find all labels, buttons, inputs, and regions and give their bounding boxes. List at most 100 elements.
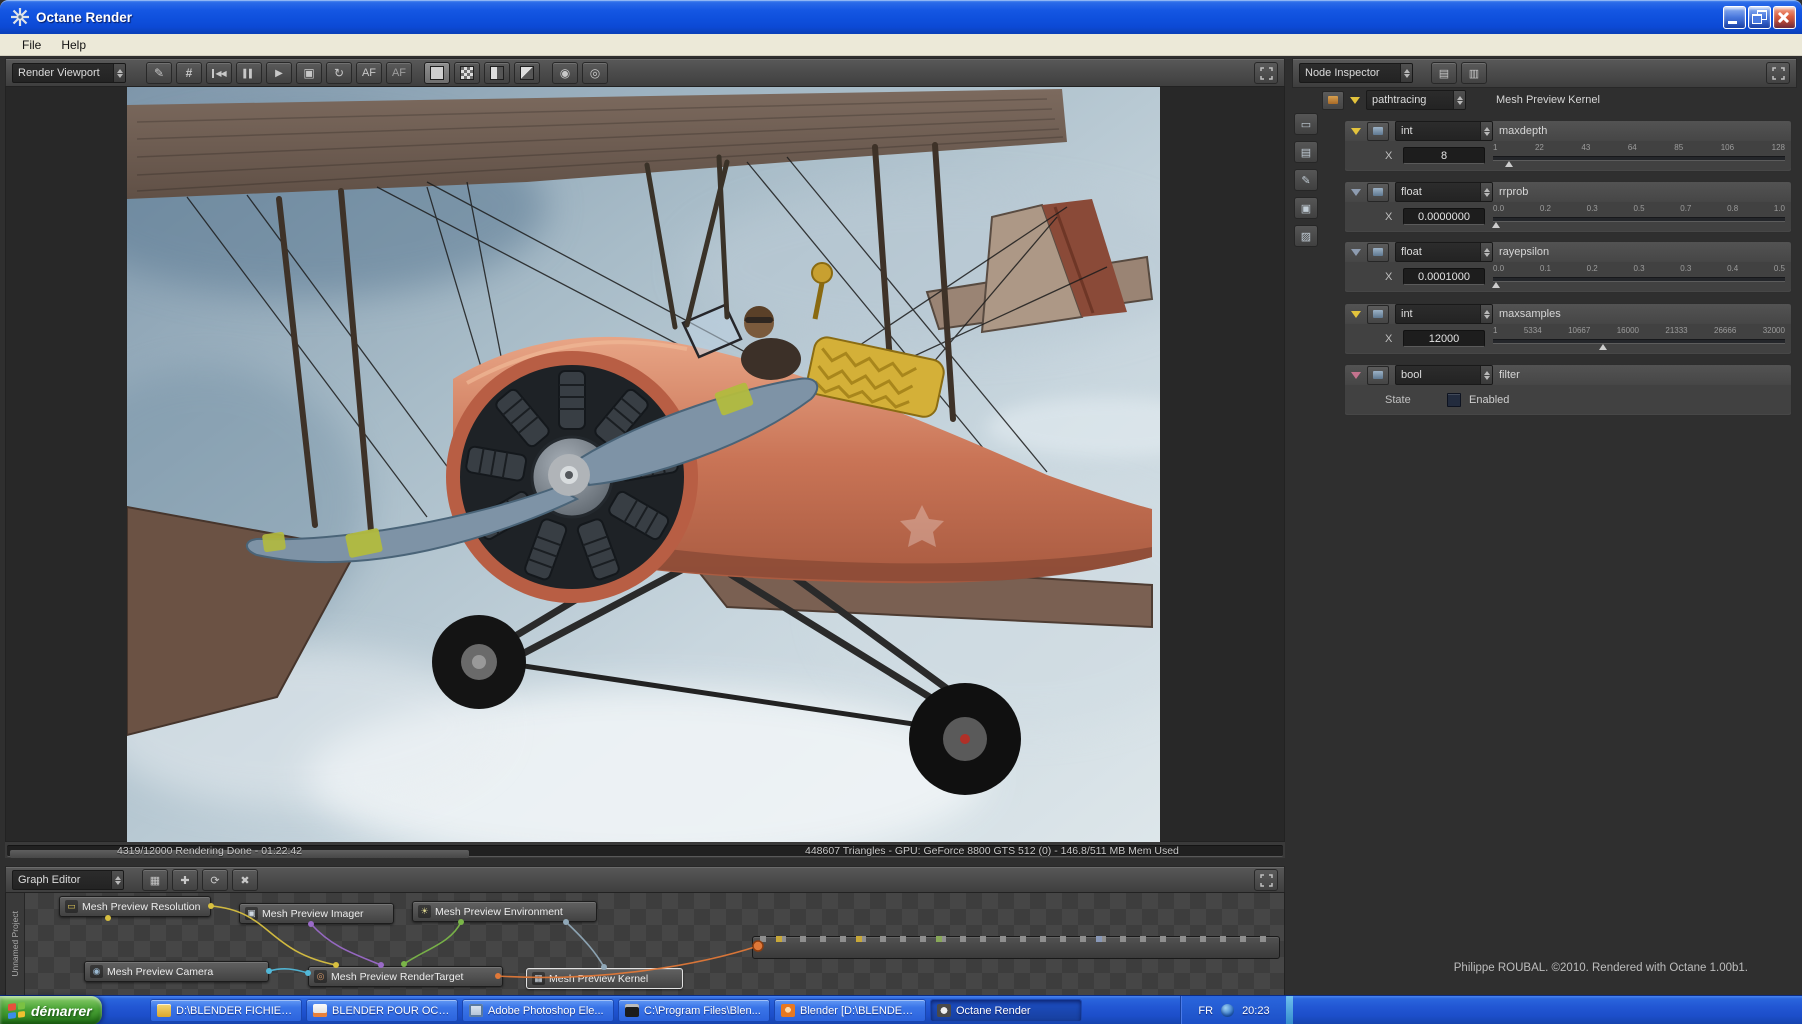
collapsed-node-bar[interactable] [752, 936, 1280, 959]
restore-button[interactable] [1748, 5, 1771, 29]
param-type-button[interactable] [1367, 182, 1389, 202]
combo-spinner[interactable] [1480, 305, 1492, 323]
autofocus-off-button[interactable]: AF [386, 62, 412, 84]
param-type-select[interactable]: float [1395, 182, 1493, 202]
image-view-button[interactable]: ▣ [1294, 197, 1318, 219]
inspector-expand-button[interactable] [1766, 62, 1790, 84]
maxsamples-input[interactable] [1403, 330, 1485, 347]
pause-render-button[interactable]: ▌▌ [236, 62, 262, 84]
combo-spinner[interactable] [113, 64, 125, 82]
combo-spinner[interactable] [1400, 64, 1412, 82]
restart-render-button[interactable]: ◀◀ [206, 62, 232, 84]
tray-status-icon[interactable] [1221, 1004, 1235, 1017]
param-type-select[interactable]: int [1395, 304, 1493, 324]
maxsamples-slider[interactable]: 1 5334 10667 16000 21333 26666 32000 [1493, 326, 1785, 352]
slider-track[interactable] [1493, 155, 1785, 161]
monitor-view-button[interactable]: ▭ [1294, 113, 1318, 135]
display-mode-alpha-button[interactable] [454, 62, 480, 84]
maxdepth-input[interactable] [1403, 147, 1485, 164]
taskbar-item-blender-folder[interactable]: D:\BLENDER FICHIER... [150, 999, 302, 1022]
node-mesh-preview-kernel[interactable]: ▦ Mesh Preview Kernel [526, 968, 683, 989]
autofocus-button[interactable]: AF [356, 62, 382, 84]
inspector-pin-button[interactable]: ▤ [1431, 62, 1457, 84]
param-type-button[interactable] [1367, 365, 1389, 385]
pick-focus-button[interactable]: ◎ [582, 62, 608, 84]
minimize-button[interactable] [1723, 5, 1746, 29]
save-image-button[interactable]: ▣ [296, 62, 322, 84]
pick-material-button[interactable]: ◉ [552, 62, 578, 84]
brush-view-button[interactable]: ✎ [1294, 169, 1318, 191]
combo-spinner[interactable] [1480, 122, 1492, 140]
param-marker-icon[interactable] [1351, 188, 1361, 196]
display-mode-diagonal-button[interactable] [514, 62, 540, 84]
maxdepth-slider[interactable]: 1 22 43 64 85 106 128 [1493, 143, 1785, 169]
combo-spinner[interactable] [111, 871, 123, 889]
node-mesh-preview-environment[interactable]: ☀ Mesh Preview Environment [412, 901, 597, 922]
taskbar-item-blender[interactable]: Blender [D:\BLENDER... [774, 999, 926, 1022]
combo-spinner[interactable] [1453, 91, 1465, 109]
display-mode-split-button[interactable] [484, 62, 510, 84]
refresh-button[interactable]: ↻ [326, 62, 352, 84]
param-type-select[interactable]: bool [1395, 365, 1493, 385]
param-type-button[interactable] [1367, 121, 1389, 141]
graph-canvas[interactable]: Unnamed Project ▭ Mesh Preview Resolutio… [5, 892, 1285, 996]
graph-reload-button[interactable]: ⟳ [202, 869, 228, 891]
param-marker-icon[interactable] [1351, 248, 1361, 256]
node-mesh-preview-imager[interactable]: ▣ Mesh Preview Imager [239, 903, 394, 924]
node-inspector-selector[interactable]: Node Inspector [1299, 63, 1413, 83]
viewport-expand-button[interactable] [1254, 62, 1278, 84]
param-marker-icon[interactable] [1351, 371, 1361, 379]
param-type-select[interactable]: float [1395, 242, 1493, 262]
node-mesh-preview-camera[interactable]: ◉ Mesh Preview Camera [84, 961, 269, 982]
slider-handle[interactable] [1491, 281, 1500, 288]
taskbar-item-octane[interactable]: Octane Render [930, 999, 1082, 1022]
combo-spinner[interactable] [1480, 243, 1492, 261]
rrprob-slider[interactable]: 0.0 0.2 0.3 0.5 0.7 0.8 1.0 [1491, 204, 1785, 230]
param-type-select[interactable]: int [1395, 121, 1493, 141]
expand-marker-icon[interactable] [1350, 96, 1360, 104]
photo-view-button[interactable]: ▨ [1294, 225, 1318, 247]
param-type-button[interactable] [1367, 304, 1389, 324]
slider-track[interactable] [1493, 216, 1785, 222]
slider-handle[interactable] [1598, 343, 1607, 350]
param-marker-icon[interactable] [1351, 127, 1361, 135]
rayepsilon-input[interactable] [1403, 268, 1485, 285]
close-button[interactable] [1773, 5, 1796, 29]
rrprob-input[interactable] [1403, 208, 1485, 225]
slider-track[interactable] [1493, 276, 1785, 282]
tray-clock[interactable]: 20:23 [1242, 1005, 1270, 1017]
taskbar-item-console[interactable]: C:\Program Files\Blen... [618, 999, 770, 1022]
start-render-button[interactable]: ▶ [266, 62, 292, 84]
viewport-selector[interactable]: Render Viewport [12, 63, 126, 83]
combo-spinner[interactable] [1480, 366, 1492, 384]
filter-enabled-checkbox[interactable] [1447, 392, 1461, 407]
graph-new-button[interactable]: ▦ [142, 869, 168, 891]
filmstrip-view-button[interactable]: ▤ [1294, 141, 1318, 163]
grid-overlay-button[interactable]: # [176, 62, 202, 84]
start-button[interactable]: démarrer [0, 996, 102, 1024]
node-color-button[interactable] [1322, 90, 1344, 110]
inspector-layout-button[interactable]: ▥ [1461, 62, 1487, 84]
graph-expand-button[interactable] [1254, 869, 1278, 891]
node-mesh-preview-rendertarget[interactable]: ◎ Mesh Preview RenderTarget [308, 966, 503, 987]
rayepsilon-slider[interactable]: 0.0 0.1 0.2 0.3 0.3 0.4 0.5 [1491, 264, 1785, 290]
pick-tool-button[interactable]: ✎ [146, 62, 172, 84]
menu-help[interactable]: Help [51, 36, 96, 54]
menu-file[interactable]: File [12, 36, 51, 54]
node-mesh-preview-resolution[interactable]: ▭ Mesh Preview Resolution [59, 896, 211, 917]
taskbar-item-blender-doc[interactable]: BLENDER POUR OCT... [306, 999, 458, 1022]
graph-add-button[interactable]: ✚ [172, 869, 198, 891]
kernel-type-select[interactable]: pathtracing [1366, 90, 1466, 110]
viewport-canvas[interactable] [5, 86, 1285, 843]
slider-track[interactable] [1493, 338, 1785, 344]
taskbar-item-photoshop[interactable]: Adobe Photoshop Ele... [462, 999, 614, 1022]
slider-handle[interactable] [1505, 160, 1514, 167]
display-mode-solid-button[interactable] [424, 62, 450, 84]
project-tab[interactable]: Unnamed Project [6, 893, 25, 995]
titlebar[interactable]: Octane Render [0, 0, 1802, 34]
graph-delete-button[interactable]: ✖ [232, 869, 258, 891]
slider-handle[interactable] [1491, 221, 1500, 228]
param-type-button[interactable] [1367, 242, 1389, 262]
tray-language[interactable]: FR [1198, 1005, 1213, 1017]
combo-spinner[interactable] [1480, 183, 1492, 201]
